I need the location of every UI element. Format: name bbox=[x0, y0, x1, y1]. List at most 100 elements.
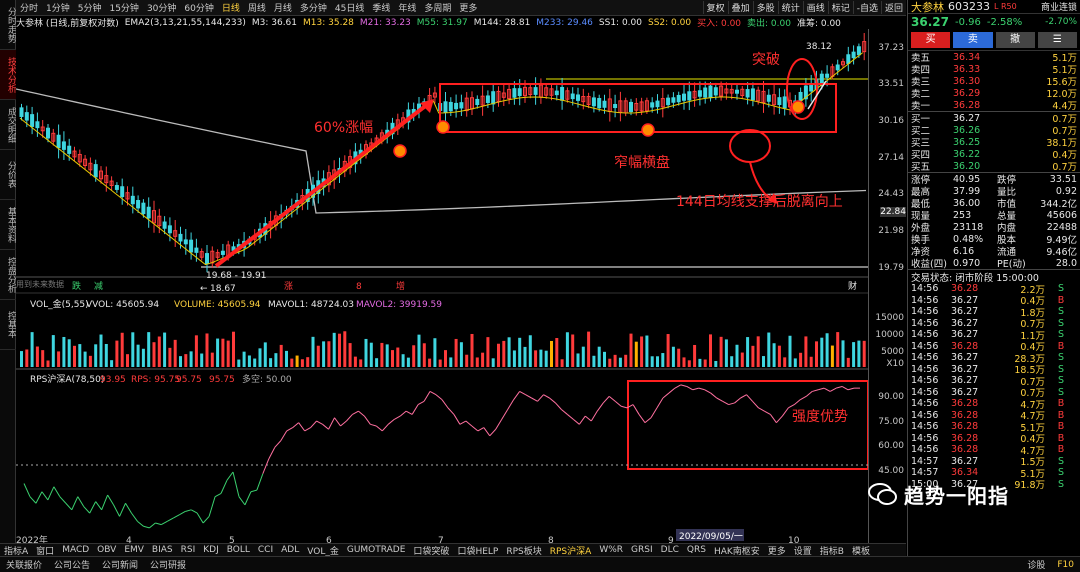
timeframe-tab[interactable]: 月线 bbox=[270, 1, 296, 14]
rps-segment bbox=[847, 387, 855, 391]
candle-body bbox=[613, 104, 618, 109]
indicator-tab[interactable]: 指标B bbox=[816, 544, 848, 557]
volume-bar bbox=[444, 350, 447, 367]
candle-body bbox=[809, 85, 814, 92]
timeframe-tab[interactable]: 30分钟 bbox=[143, 1, 180, 14]
volume-bar bbox=[475, 357, 479, 367]
stat-value: 9.46亿 bbox=[1046, 247, 1077, 258]
timeframe-tab[interactable]: 日线 bbox=[218, 1, 244, 14]
volume-bar bbox=[316, 345, 320, 367]
timeframe-tab[interactable]: 更多 bbox=[455, 1, 481, 14]
left-tab-3[interactable]: 分价表 bbox=[0, 150, 16, 200]
diagnose-link[interactable]: 诊股 bbox=[1021, 558, 1051, 571]
indicator-tab[interactable]: RSI bbox=[177, 545, 200, 555]
indicator-tab[interactable]: 设置 bbox=[790, 544, 816, 557]
book-level: 卖一 bbox=[911, 101, 931, 112]
volume-bar bbox=[830, 345, 834, 367]
chart-action-button[interactable]: 返回 bbox=[880, 1, 906, 14]
indicator-tab[interactable]: 指标A bbox=[0, 544, 32, 557]
trade-button-0[interactable]: 买 bbox=[911, 32, 951, 48]
watermark: 趋势一阳指 bbox=[868, 478, 1048, 510]
timeframe-tab[interactable]: 45日线 bbox=[331, 1, 368, 14]
indicator-tab[interactable]: QRS bbox=[683, 545, 710, 555]
rps-segment bbox=[393, 415, 401, 420]
trade-button-3[interactable]: ☰ bbox=[1037, 32, 1077, 48]
left-tab-4[interactable]: 基本资料 bbox=[0, 200, 16, 250]
status-link[interactable]: 公司公告 bbox=[48, 558, 96, 571]
chart-action-button[interactable]: -自选 bbox=[852, 1, 881, 14]
indicator-tab[interactable]: CCI bbox=[254, 545, 277, 555]
indicator-tab[interactable]: VOL_金 bbox=[303, 544, 343, 557]
left-tab-5[interactable]: 控盘分析 bbox=[0, 250, 16, 300]
industry-tag[interactable]: 商业连锁 bbox=[1041, 0, 1077, 13]
f10-key[interactable]: F10 bbox=[1051, 560, 1080, 570]
tick-side: S bbox=[1057, 386, 1065, 398]
chart-action-button[interactable]: 标记 bbox=[827, 1, 853, 14]
volume-bar bbox=[799, 352, 803, 367]
timeframe-tab[interactable]: 多分钟 bbox=[296, 1, 331, 14]
status-link[interactable]: 关联报价 bbox=[0, 558, 48, 571]
volume-bar bbox=[449, 357, 453, 367]
candle-body bbox=[167, 225, 172, 234]
rps-segment bbox=[399, 410, 407, 417]
timeframe-tab[interactable]: 60分钟 bbox=[180, 1, 217, 14]
trade-button-1[interactable]: 卖 bbox=[953, 32, 993, 48]
volume-bar bbox=[348, 343, 352, 367]
status-link[interactable]: 公司研报 bbox=[144, 558, 192, 571]
rps-segment bbox=[286, 427, 293, 432]
indicator-tab[interactable]: ADL bbox=[277, 545, 303, 555]
rps-segment bbox=[35, 491, 43, 504]
indicator-tab[interactable]: BIAS bbox=[148, 545, 177, 555]
chart-action-button[interactable]: 画线 bbox=[802, 1, 828, 14]
indicator-tab[interactable]: OBV bbox=[93, 545, 120, 555]
left-tab-6[interactable]: 控基本 bbox=[0, 300, 16, 350]
indicator-tab[interactable]: GUMOTRADE bbox=[343, 545, 410, 555]
candle-body bbox=[602, 100, 607, 108]
indicator-tab[interactable]: 窗口 bbox=[32, 544, 58, 557]
chart-action-button[interactable]: 统计 bbox=[777, 1, 803, 14]
timeframe-tab[interactable]: 1分钟 bbox=[42, 1, 74, 14]
timeframe-tab[interactable]: 季线 bbox=[368, 1, 394, 14]
indicator-tab[interactable]: 口袋突破 bbox=[409, 544, 453, 557]
tick-time: 14:56 bbox=[911, 409, 939, 421]
timeframe-tab[interactable]: 多周期 bbox=[420, 1, 455, 14]
ma-legend: 大参林 (日线,前复权对数) EMA2(3,13,21,55,144,233) … bbox=[16, 16, 906, 30]
indicator-tab[interactable]: KDJ bbox=[199, 545, 223, 555]
rps-segment bbox=[489, 428, 497, 437]
indicator-tab[interactable]: DLC bbox=[657, 545, 683, 555]
candle-body bbox=[533, 87, 538, 95]
indicator-tab[interactable]: GRSI bbox=[627, 545, 657, 555]
book-row[interactable]: 卖一 36.28 4.4万 bbox=[911, 99, 1077, 113]
tick-time: 14:56 bbox=[911, 363, 939, 375]
indicator-tab[interactable]: EMV bbox=[120, 545, 148, 555]
indicator-tab[interactable]: 模板 bbox=[848, 544, 874, 557]
candle-body bbox=[454, 102, 459, 110]
volume-bar bbox=[576, 353, 580, 367]
status-link[interactable]: 公司新闻 bbox=[96, 558, 144, 571]
indicator-tab[interactable]: BOLL bbox=[223, 545, 254, 555]
book-row[interactable]: 买五 36.20 0.7万 bbox=[911, 160, 1077, 174]
indicator-tab[interactable]: RPS沪深A bbox=[546, 544, 596, 557]
timeframe-tab[interactable]: 5分钟 bbox=[74, 1, 106, 14]
timeframe-tab[interactable]: 周线 bbox=[244, 1, 270, 14]
indicator-tab[interactable]: RPS板块 bbox=[502, 544, 545, 557]
stock-chart[interactable]: 60%涨幅 突破 窄幅横盘 144日均线支撑后脱离向上 强度优势 38.12 1… bbox=[16, 29, 868, 550]
chart-action-button[interactable]: 复权 bbox=[702, 1, 728, 14]
chart-action-button[interactable]: 多股 bbox=[752, 1, 778, 14]
trade-button-2[interactable]: 撤 bbox=[995, 32, 1035, 48]
tick-list[interactable]: 14:56 36.28 2.2万 S 14:56 36.27 0.4万 B 14:56 36.27… bbox=[908, 283, 1080, 491]
left-tab-2[interactable]: 成交明细 bbox=[0, 100, 16, 150]
timeframe-tab[interactable]: 15分钟 bbox=[105, 1, 142, 14]
indicator-tab[interactable]: MACD bbox=[58, 545, 93, 555]
rps-segment bbox=[781, 407, 789, 417]
indicator-tab[interactable]: W%R bbox=[595, 545, 627, 555]
indicator-tab[interactable]: 口袋HELP bbox=[453, 544, 502, 557]
timeframe-tab[interactable]: 年线 bbox=[394, 1, 420, 14]
rps-segment bbox=[800, 395, 807, 401]
chart-action-button[interactable]: 叠加 bbox=[727, 1, 753, 14]
timeframe-tab[interactable]: 分时 bbox=[16, 1, 42, 14]
left-tab-1[interactable]: 技术分析 bbox=[0, 50, 16, 100]
indicator-tab[interactable]: 更多 bbox=[764, 544, 790, 557]
indicator-tab[interactable]: HAK南枢安 bbox=[710, 544, 764, 557]
left-tab-0[interactable]: 分时走势 bbox=[0, 0, 16, 50]
